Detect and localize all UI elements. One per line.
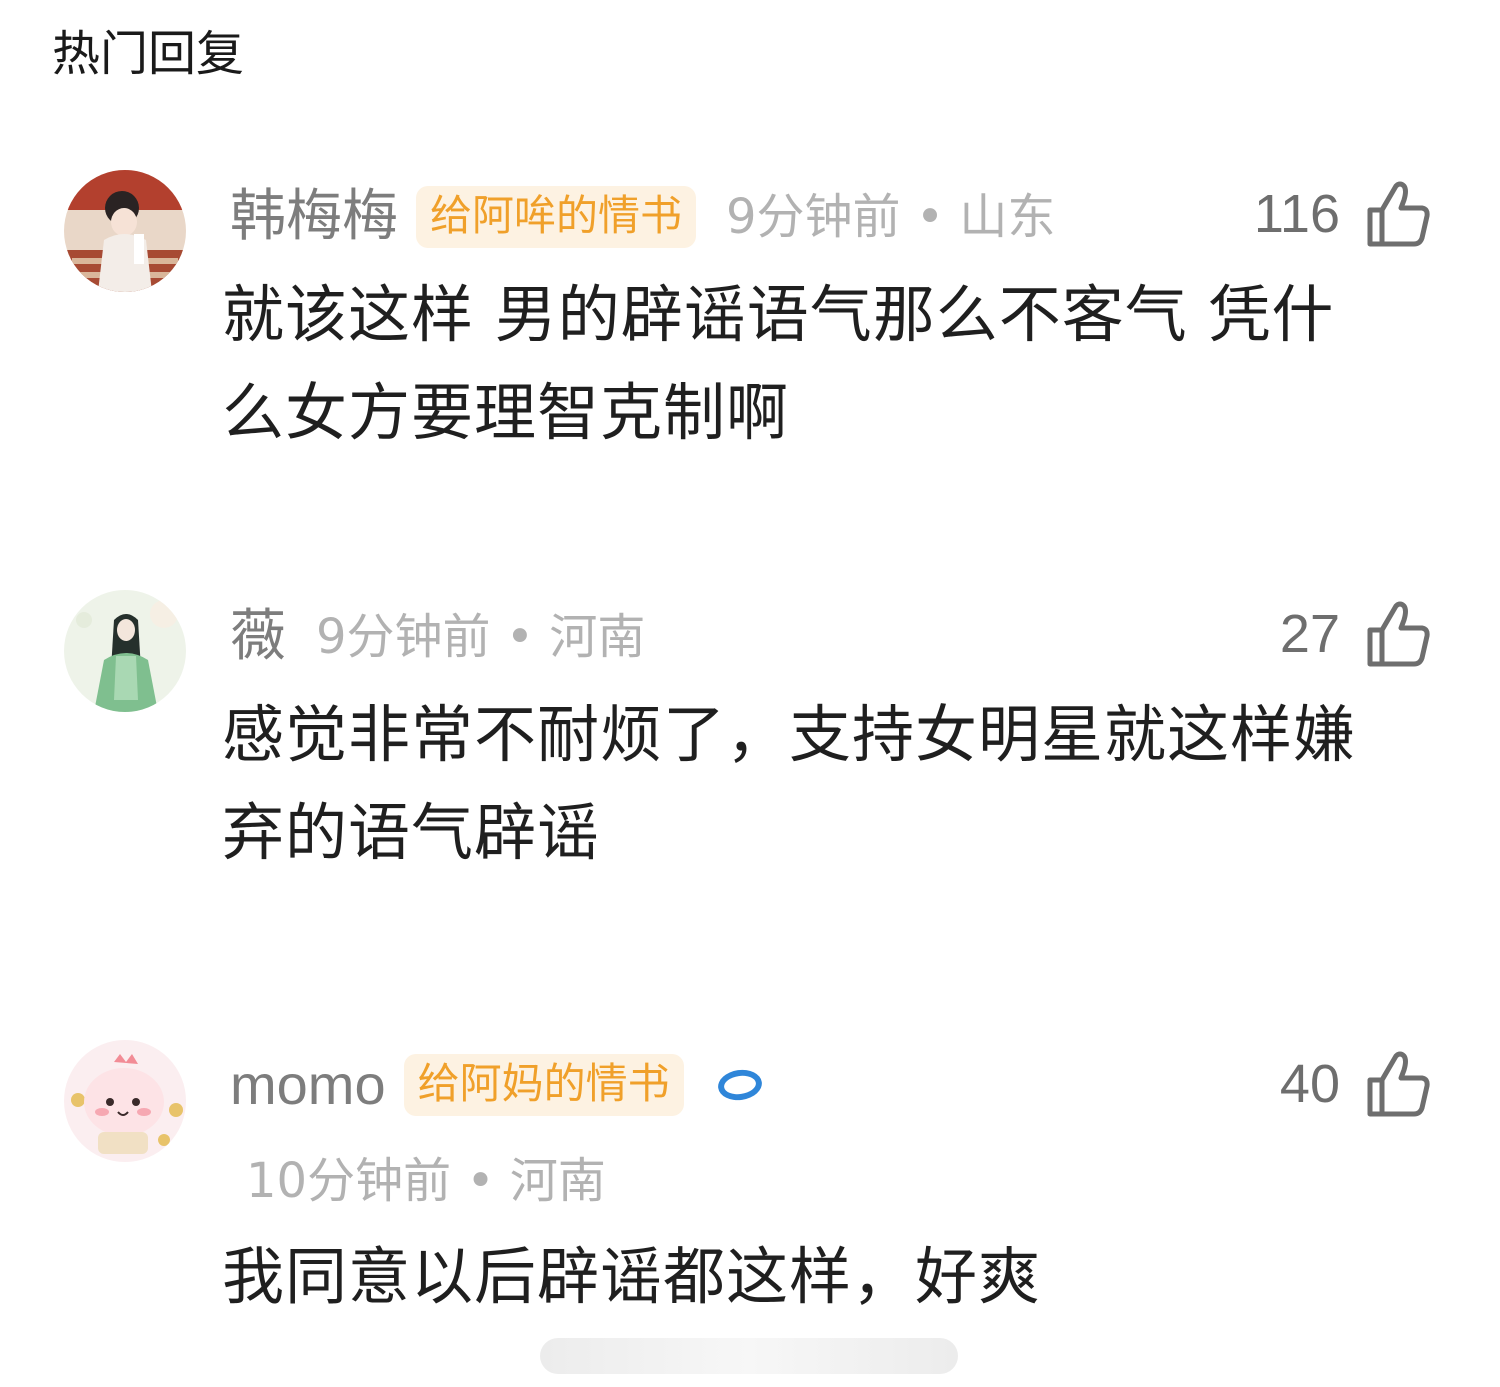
username[interactable]: momo (230, 1050, 386, 1120)
like-button[interactable]: 40 (1280, 1050, 1430, 1118)
comment-text: 感觉非常不耐烦了，支持女明星就这样嫌 弃的语气辟谣 (222, 686, 1432, 882)
comment-text-line: 感觉非常不耐烦了，支持女明星就这样嫌 (222, 698, 1357, 771)
like-button[interactable]: 27 (1280, 600, 1430, 668)
comment-text-line: 我同意以后辟谣都这样，好爽 (222, 1240, 1042, 1313)
comment-text: 就该这样 男的辟谣语气那么不客气 凭什 么女方要理智克制啊 (222, 266, 1432, 462)
like-button[interactable]: 116 (1254, 180, 1430, 248)
avatar[interactable] (64, 590, 186, 712)
like-count: 40 (1279, 1054, 1340, 1114)
avatar[interactable] (64, 1040, 186, 1162)
avatar-illustration-icon (64, 170, 186, 292)
comment-text-line: 么女方要理智克制啊 (222, 376, 790, 449)
like-count: 116 (1253, 184, 1340, 244)
loading-indicator (540, 1338, 958, 1374)
comment-meta: 薇 9分钟前 • 河南 (230, 602, 645, 672)
thumbs-up-icon[interactable] (1366, 600, 1430, 668)
time-location: 9分钟前 • 山东 (726, 189, 1056, 245)
thumbs-up-icon[interactable] (1366, 1050, 1430, 1118)
avatar-illustration-icon (64, 1040, 186, 1162)
comment-text-line: 就该这样 男的辟谣语气那么不客气 凭什 (222, 278, 1335, 351)
username[interactable]: 韩梅梅 (230, 182, 398, 252)
comment-meta: 韩梅梅 给阿哞的情书 9分钟前 • 山东 (230, 182, 1055, 252)
section-title: 热门回复 (52, 26, 245, 82)
comment-text-line: 弃的语气辟谣 (222, 796, 601, 869)
comment-meta: momo 给阿妈的情书 (230, 1050, 764, 1120)
like-count: 27 (1279, 604, 1340, 664)
fan-badge[interactable]: 给阿妈的情书 (403, 1054, 684, 1116)
blue-ring-icon (715, 1067, 764, 1103)
comment-text: 我同意以后辟谣都这样，好爽 (222, 1228, 1432, 1326)
avatar-illustration-icon (64, 590, 186, 712)
time-location: 10分钟前 • 河南 (246, 1153, 606, 1209)
thumbs-up-icon[interactable] (1366, 180, 1430, 248)
time-location: 9分钟前 • 河南 (316, 609, 646, 665)
comment-meta-second-row: 10分钟前 • 河南 (246, 1148, 606, 1214)
fan-badge[interactable]: 给阿哞的情书 (416, 186, 697, 248)
username[interactable]: 薇 (230, 602, 286, 672)
avatar[interactable] (64, 170, 186, 292)
